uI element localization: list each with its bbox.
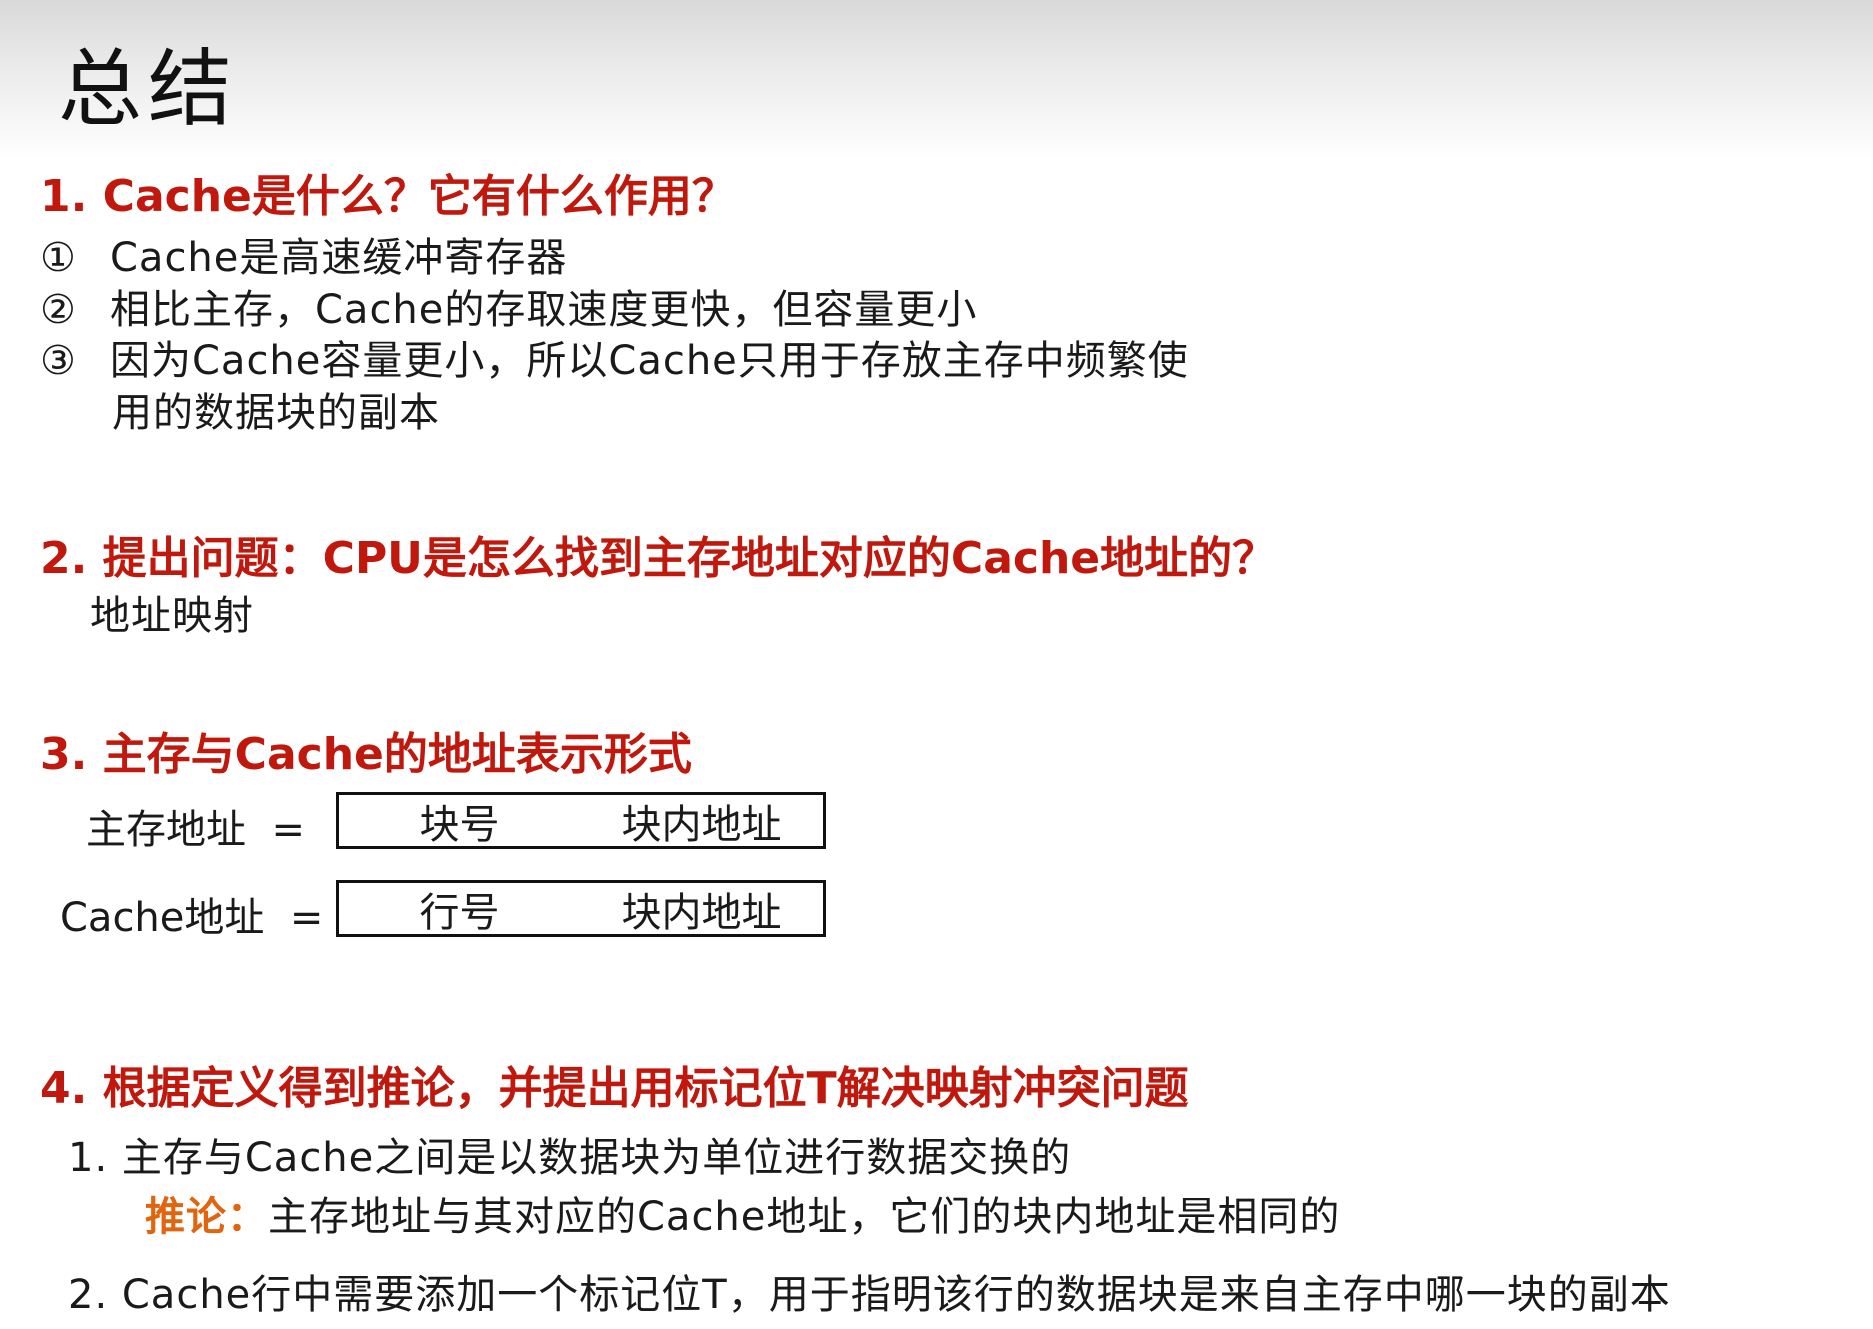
item-text: 因为Cache容量更小，所以Cache只用于存放主存中频繁使 (110, 338, 1189, 384)
line-number-field: 行号 (336, 880, 583, 937)
item-text: Cache是高速缓冲寄存器 (110, 235, 568, 281)
section-3-heading: 3. 主存与Cache的地址表示形式 (40, 729, 692, 780)
section-4-heading: 4. 根据定义得到推论，并提出用标记位T解决映射冲突问题 (40, 1063, 1189, 1114)
point-2: 2. Cache行中需要添加一个标记位T，用于指明该行的数据块是来自主存中哪一块… (68, 1272, 1671, 1318)
block-offset-field: 块内地址 (580, 792, 826, 849)
section-2-answer: 地址映射 (90, 593, 254, 639)
item-marker: ① (40, 235, 77, 281)
item-continuation: 用的数据块的副本 (112, 390, 440, 436)
block-offset-field: 块内地址 (580, 880, 826, 937)
list-item: ② 相比主存，Cache的存取速度更快，但容量更小 (40, 277, 977, 335)
inference-line: 推论：主存地址与其对应的Cache地址，它们的块内地址是相同的 (145, 1184, 1340, 1242)
section-2-heading: 2. 提出问题：CPU是怎么找到主存地址对应的Cache地址的？ (40, 533, 1277, 584)
cache-address-label: Cache地址 = (60, 895, 324, 941)
page-title: 总结 (58, 40, 239, 138)
header-band (0, 0, 1873, 160)
main-memory-address-label: 主存地址 = (86, 807, 305, 853)
item-marker: ③ (40, 338, 77, 384)
inference-text: 主存地址与其对应的Cache地址，它们的块内地址是相同的 (268, 1194, 1341, 1240)
block-number-field: 块号 (336, 792, 583, 849)
point-1: 1. 主存与Cache之间是以数据块为单位进行数据交换的 (68, 1135, 1072, 1181)
list-item: ③ 因为Cache容量更小，所以Cache只用于存放主存中频繁使 (40, 328, 1189, 386)
item-marker: ② (40, 287, 77, 333)
inference-label: 推论： (145, 1194, 268, 1240)
list-item: ① Cache是高速缓冲寄存器 (40, 225, 567, 283)
section-1-heading: 1. Cache是什么？它有什么作用？ (40, 171, 736, 222)
item-text: 相比主存，Cache的存取速度更快，但容量更小 (110, 287, 978, 333)
